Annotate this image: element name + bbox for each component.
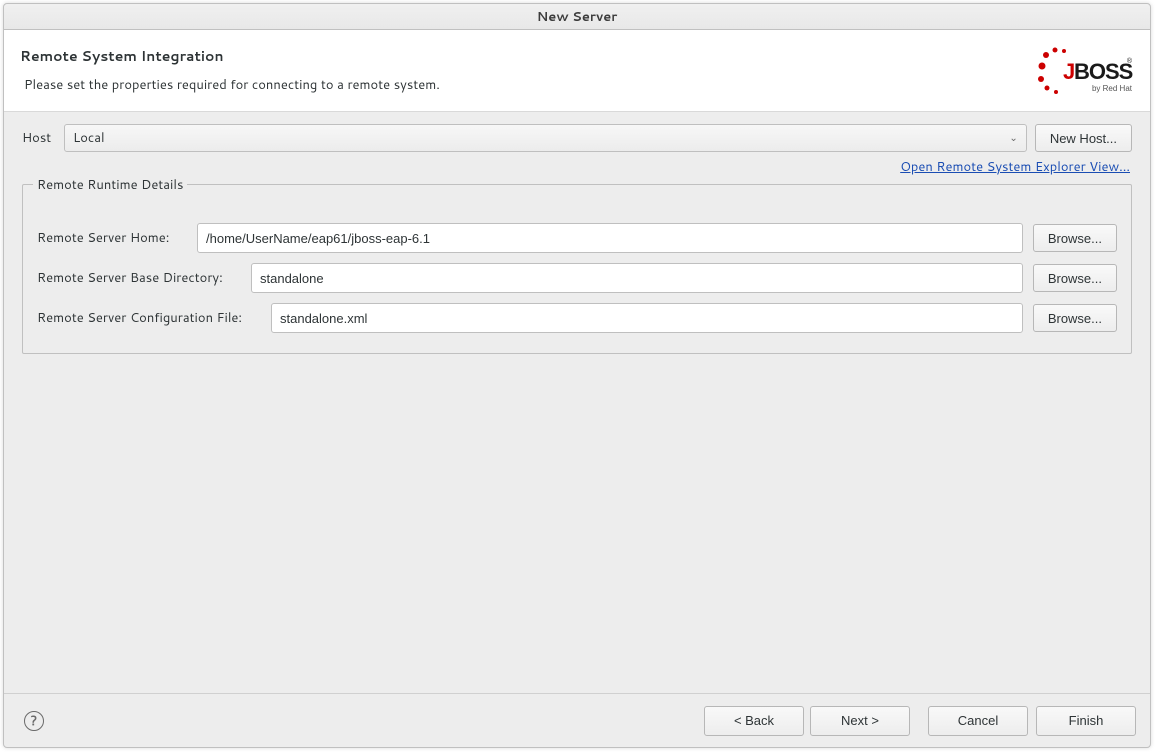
server-home-row: Remote Server Home: Browse... bbox=[37, 223, 1117, 253]
host-row: Host Local ⌄ New Host... bbox=[22, 124, 1132, 152]
config-file-label: Remote Server Configuration File: bbox=[37, 309, 261, 327]
base-dir-row: Remote Server Base Directory: Browse... bbox=[37, 263, 1117, 293]
remote-runtime-fieldset: Remote Runtime Details Remote Server Hom… bbox=[22, 184, 1132, 354]
base-dir-browse-button[interactable]: Browse... bbox=[1033, 264, 1117, 292]
svg-text:BOSS: BOSS bbox=[1074, 59, 1133, 84]
next-button[interactable]: Next > bbox=[810, 706, 910, 736]
host-combo-value: Local bbox=[73, 129, 105, 147]
jboss-logo: J BOSS ® by Red Hat bbox=[1034, 41, 1134, 99]
banner-description: Please set the properties required for c… bbox=[20, 76, 440, 94]
help-icon[interactable]: ? bbox=[24, 711, 44, 731]
nav-buttons: < Back Next > bbox=[704, 706, 910, 736]
window-title: New Server bbox=[4, 4, 1150, 30]
server-home-input[interactable] bbox=[197, 223, 1023, 253]
host-combo[interactable]: Local ⌄ bbox=[64, 124, 1027, 152]
config-file-input[interactable] bbox=[271, 303, 1023, 333]
banner-title: Remote System Integration bbox=[20, 46, 440, 66]
wizard-footer: ? < Back Next > Cancel Finish bbox=[4, 693, 1150, 747]
server-home-label: Remote Server Home: bbox=[37, 229, 187, 247]
svg-text:®: ® bbox=[1127, 57, 1133, 65]
cancel-button[interactable]: Cancel bbox=[928, 706, 1028, 736]
wizard-content: Host Local ⌄ New Host... Open Remote Sys… bbox=[4, 112, 1150, 693]
new-server-dialog: New Server Remote System Integration Ple… bbox=[3, 3, 1151, 748]
finish-button[interactable]: Finish bbox=[1036, 706, 1136, 736]
chevron-down-icon: ⌄ bbox=[1009, 131, 1017, 145]
link-row: Open Remote System Explorer View... bbox=[22, 158, 1130, 176]
svg-text:by Red Hat: by Red Hat bbox=[1092, 84, 1133, 93]
fieldset-legend: Remote Runtime Details bbox=[33, 176, 187, 194]
config-file-browse-button[interactable]: Browse... bbox=[1033, 304, 1117, 332]
base-dir-input[interactable] bbox=[251, 263, 1023, 293]
new-host-button[interactable]: New Host... bbox=[1035, 124, 1132, 152]
back-button[interactable]: < Back bbox=[704, 706, 804, 736]
config-file-row: Remote Server Configuration File: Browse… bbox=[37, 303, 1117, 333]
wizard-banner: Remote System Integration Please set the… bbox=[4, 30, 1150, 112]
base-dir-label: Remote Server Base Directory: bbox=[37, 269, 241, 287]
server-home-browse-button[interactable]: Browse... bbox=[1033, 224, 1117, 252]
host-label: Host bbox=[22, 129, 56, 147]
banner-text: Remote System Integration Please set the… bbox=[20, 46, 440, 94]
open-rse-view-link[interactable]: Open Remote System Explorer View... bbox=[900, 158, 1130, 176]
